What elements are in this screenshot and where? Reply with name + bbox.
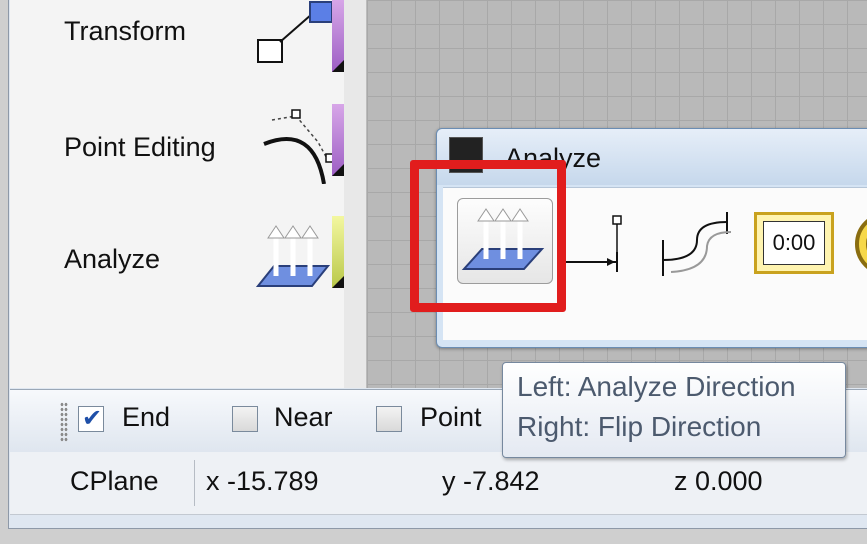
sidebar-scroll-gutter[interactable] [344,0,367,388]
timer-readout: 0:00 [763,221,825,265]
sidebar-item-point-editing[interactable]: Point Editing [10,104,344,194]
osnap-near-checkbox[interactable] [232,406,258,432]
osnap-end-label: End [122,402,171,432]
osnap-point-label: Point [420,402,482,432]
cplane-label[interactable]: CPlane [70,466,159,497]
x-coordinate: x -15.789 [206,466,319,496]
sidebar-item-analyze[interactable]: Analyze [10,216,344,306]
osnap-point-checkbox[interactable] [376,406,402,432]
z-coordinate: z 0.000 [674,466,763,496]
flyout-arrow-icon [332,164,344,176]
flyout-arrow-icon [332,60,344,72]
timer-button[interactable]: 0:00 [754,212,834,274]
distance-icon[interactable] [565,210,625,280]
highlight-box [410,160,566,312]
tooltip-left-action: Left: Analyze Direction [517,371,796,402]
checkmark-icon: ✔ [82,405,103,432]
y-coordinate: y -7.842 [442,466,540,496]
sidebar-item-label: Analyze [64,244,161,274]
curvature-icon[interactable] [657,210,737,280]
sidebar-toolbar: Transform Point Editing Analyze [10,0,345,388]
tooltip-right-action: Right: Flip Direction [517,411,762,442]
osnap-near-label: Near [274,402,333,432]
point-editing-icon [263,109,335,184]
osnap-end-checkbox[interactable]: ✔ [78,405,104,432]
tooltip: Left: Analyze Direction Right: Flip Dire… [502,362,846,458]
stopwatch-icon[interactable] [847,204,867,278]
sidebar-item-transform[interactable]: Transform [10,0,344,90]
sidebar-item-label: Transform [64,16,187,46]
toolbar-grip[interactable] [60,402,68,442]
flyout-arrow-icon [332,276,344,288]
status-divider [194,460,195,506]
status-bar: CPlane x -15.789 y -7.842 z 0.000 [10,452,867,515]
sidebar-item-label: Point Editing [64,132,216,162]
transform-icon [257,1,333,63]
